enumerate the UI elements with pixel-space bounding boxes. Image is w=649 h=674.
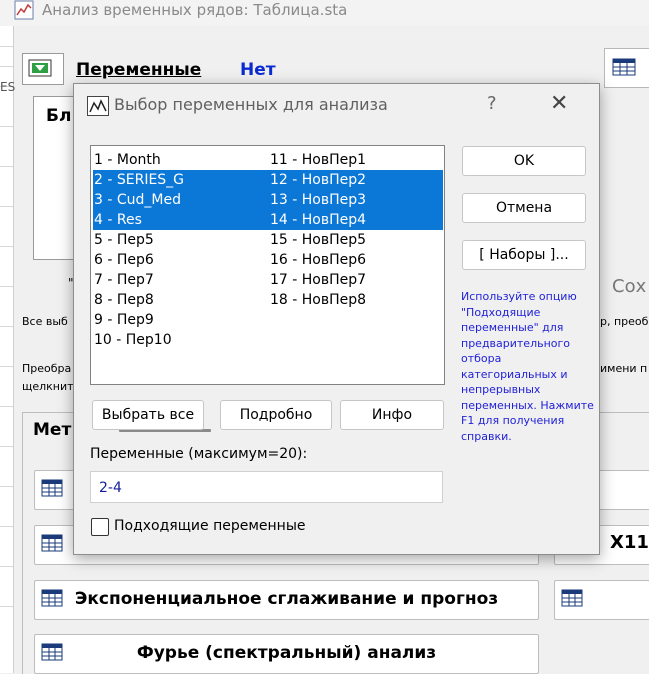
details-button[interactable]: Подробно xyxy=(220,400,332,430)
dialog-title: Выбор переменных для анализа xyxy=(114,95,388,114)
save-label-partial[interactable]: Сох xyxy=(612,276,646,297)
variable-list-item[interactable]: 6 - Пер6 xyxy=(93,250,267,270)
variables-list-column-1: 1 - Month 2 - SERIES_G 3 - Cud_Med 4 - Res 5… xyxy=(93,150,267,350)
variables-label[interactable]: Переменные xyxy=(76,60,201,80)
background-window-title: Анализ временных рядов: Таблица.sta xyxy=(42,1,348,19)
variable-list-item[interactable]: 14 - НовПер4 xyxy=(267,210,443,230)
exponential-smoothing-label: Экспоненциальное сглаживание и прогноз xyxy=(74,589,499,609)
variable-list-item[interactable]: 15 - НовПер5 xyxy=(269,230,443,250)
cancel-button[interactable]: Отмена xyxy=(462,193,586,223)
variable-list-item[interactable]: 7 - Пер7 xyxy=(93,270,267,290)
spreadsheet-icon xyxy=(41,534,63,552)
variables-max-label: Переменные (максимум=20): xyxy=(90,446,308,462)
block-label: Бл xyxy=(46,106,72,126)
methods-label: Мет xyxy=(33,420,72,440)
variable-list-item[interactable]: 1 - Month xyxy=(93,150,267,170)
variables-list-column-2: 11 - НовПер1 12 - НовПер2 13 - НовПер3 14 -… xyxy=(267,150,443,310)
left-spreadsheet-strip xyxy=(0,26,14,673)
dialog-chart-icon xyxy=(87,96,109,116)
select-variables-dialog: Выбор переменных для анализа ? ✕ 1 - Mon… xyxy=(73,83,600,555)
variable-list-item[interactable]: 10 - Пер10 xyxy=(93,330,267,350)
suitable-variables-label[interactable]: Подходящие переменные xyxy=(114,518,306,534)
close-icon[interactable]: ✕ xyxy=(550,91,568,116)
variable-list-item[interactable]: 8 - Пер8 xyxy=(93,290,267,310)
spreadsheet-icon xyxy=(41,479,63,497)
spreadsheet-icon xyxy=(612,58,636,76)
select-variables-icon xyxy=(28,59,52,77)
right-spreadsheet-button[interactable] xyxy=(604,48,649,88)
variable-list-item[interactable]: 5 - Пер5 xyxy=(93,230,267,250)
spreadsheet-icon xyxy=(561,589,583,607)
note-text-1: Все выб xyxy=(22,315,68,328)
variables-select-button[interactable] xyxy=(22,53,64,85)
variables-input[interactable]: 2-4 xyxy=(90,471,443,503)
help-icon[interactable]: ? xyxy=(487,93,497,114)
left-strip-label: ES xyxy=(0,80,16,94)
variable-list-item[interactable]: 9 - Пер9 xyxy=(93,310,267,330)
sets-button[interactable]: [ Наборы ]... xyxy=(462,240,586,270)
note-text-3: щелкнит xyxy=(22,380,74,393)
variable-list-item[interactable]: 2 - SERIES_G xyxy=(93,170,267,190)
note-right-2: имени п xyxy=(600,362,648,375)
variable-list-item[interactable]: 17 - НовПер7 xyxy=(269,270,443,290)
fourier-analysis-label: Фурье (спектральный) анализ xyxy=(136,643,437,663)
info-button[interactable]: Инфо xyxy=(340,400,444,430)
ok-button[interactable]: OK xyxy=(462,146,586,176)
info-help-text: Используйте опцию "Подходящие переменные… xyxy=(461,290,594,443)
variable-list-item[interactable]: 12 - НовПер2 xyxy=(267,170,443,190)
exponential-smoothing-button[interactable]: Экспоненциальное сглаживание и прогноз xyxy=(34,580,539,620)
chart-app-icon xyxy=(14,0,34,20)
variable-list-item[interactable]: 16 - НовПер6 xyxy=(269,250,443,270)
variables-listbox[interactable]: 1 - Month 2 - SERIES_G 3 - Cud_Med 4 - Res 5… xyxy=(90,145,445,432)
suitable-variables-checkbox[interactable] xyxy=(91,518,109,536)
variable-list-item[interactable]: 11 - НовПер1 xyxy=(269,150,443,170)
variable-list-item[interactable]: 13 - НовПер3 xyxy=(267,190,443,210)
right-method-button-3[interactable] xyxy=(554,580,649,620)
select-all-button[interactable]: Выбрать все xyxy=(92,400,204,430)
variable-list-item[interactable]: 18 - НовПер8 xyxy=(269,290,443,310)
variable-list-item[interactable]: 4 - Res xyxy=(93,210,267,230)
variables-value: Нет xyxy=(240,60,276,80)
variable-list-item[interactable]: 3 - Cud_Med xyxy=(93,190,267,210)
note-right-1: р, преоб xyxy=(600,315,649,328)
fourier-analysis-button[interactable]: Фурье (спектральный) анализ xyxy=(34,634,539,674)
x11-label: X11/ xyxy=(610,532,649,553)
note-text-2: Преобра xyxy=(22,362,72,375)
